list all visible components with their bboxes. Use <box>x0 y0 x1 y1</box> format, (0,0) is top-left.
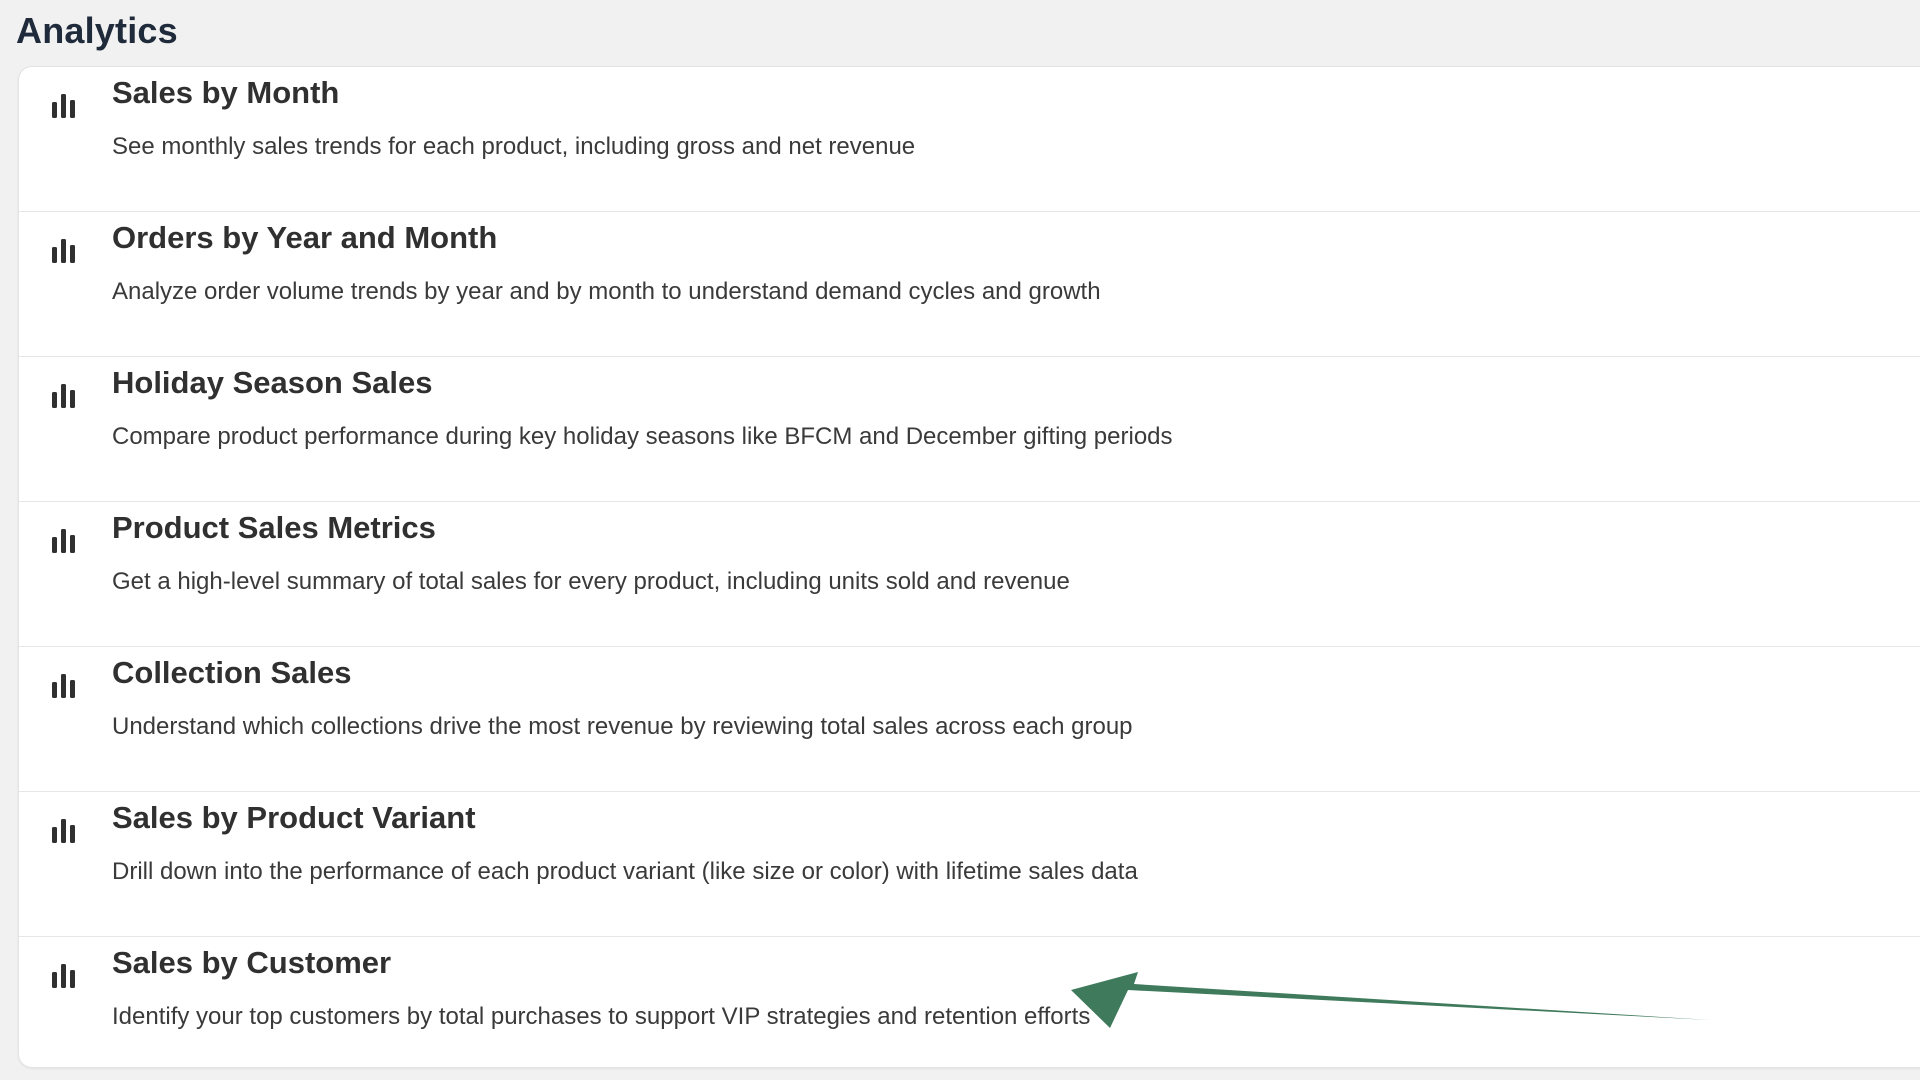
bar-chart-icon <box>49 381 79 411</box>
bar-chart-icon <box>49 236 79 266</box>
page-title: Analytics <box>16 10 178 51</box>
report-description: Compare product performance during key h… <box>112 423 1173 450</box>
report-title: Orders by Year and Month <box>112 220 498 255</box>
report-item-sales-by-product-variant[interactable]: Sales by Product Variant Drill down into… <box>19 792 1920 937</box>
report-description: See monthly sales trends for each produc… <box>112 133 916 160</box>
analytics-page: Analytics Sales by Month See monthly sal… <box>0 0 1920 1080</box>
bar-chart-icon <box>49 526 79 556</box>
report-description: Analyze order volume trends by year and … <box>112 278 1101 305</box>
report-description: Get a high-level summary of total sales … <box>112 568 1070 595</box>
report-description: Drill down into the performance of each … <box>112 858 1138 885</box>
report-title: Sales by Month <box>112 75 340 110</box>
report-list: Sales by Month See monthly sales trends … <box>19 67 1920 1067</box>
bar-chart-icon <box>49 816 79 846</box>
report-item-sales-by-customer[interactable]: Sales by Customer Identify your top cust… <box>19 937 1920 1067</box>
report-item-product-sales-metrics[interactable]: Product Sales Metrics Get a high-level s… <box>19 502 1920 647</box>
bar-chart-icon <box>49 961 79 991</box>
report-description: Understand which collections drive the m… <box>112 713 1133 740</box>
report-title: Sales by Customer <box>112 945 392 980</box>
report-item-holiday-season-sales[interactable]: Holiday Season Sales Compare product per… <box>19 357 1920 502</box>
report-title: Holiday Season Sales <box>112 365 433 400</box>
report-title: Collection Sales <box>112 655 352 690</box>
bar-chart-icon <box>49 91 79 121</box>
report-item-orders-by-year-and-month[interactable]: Orders by Year and Month Analyze order v… <box>19 212 1920 357</box>
report-description: Identify your top customers by total pur… <box>112 1003 1091 1030</box>
report-title: Sales by Product Variant <box>112 800 476 835</box>
bar-chart-icon <box>49 671 79 701</box>
report-item-collection-sales[interactable]: Collection Sales Understand which collec… <box>19 647 1920 792</box>
report-title: Product Sales Metrics <box>112 510 436 545</box>
report-item-sales-by-month[interactable]: Sales by Month See monthly sales trends … <box>19 67 1920 212</box>
reports-card: Sales by Month See monthly sales trends … <box>18 66 1920 1068</box>
